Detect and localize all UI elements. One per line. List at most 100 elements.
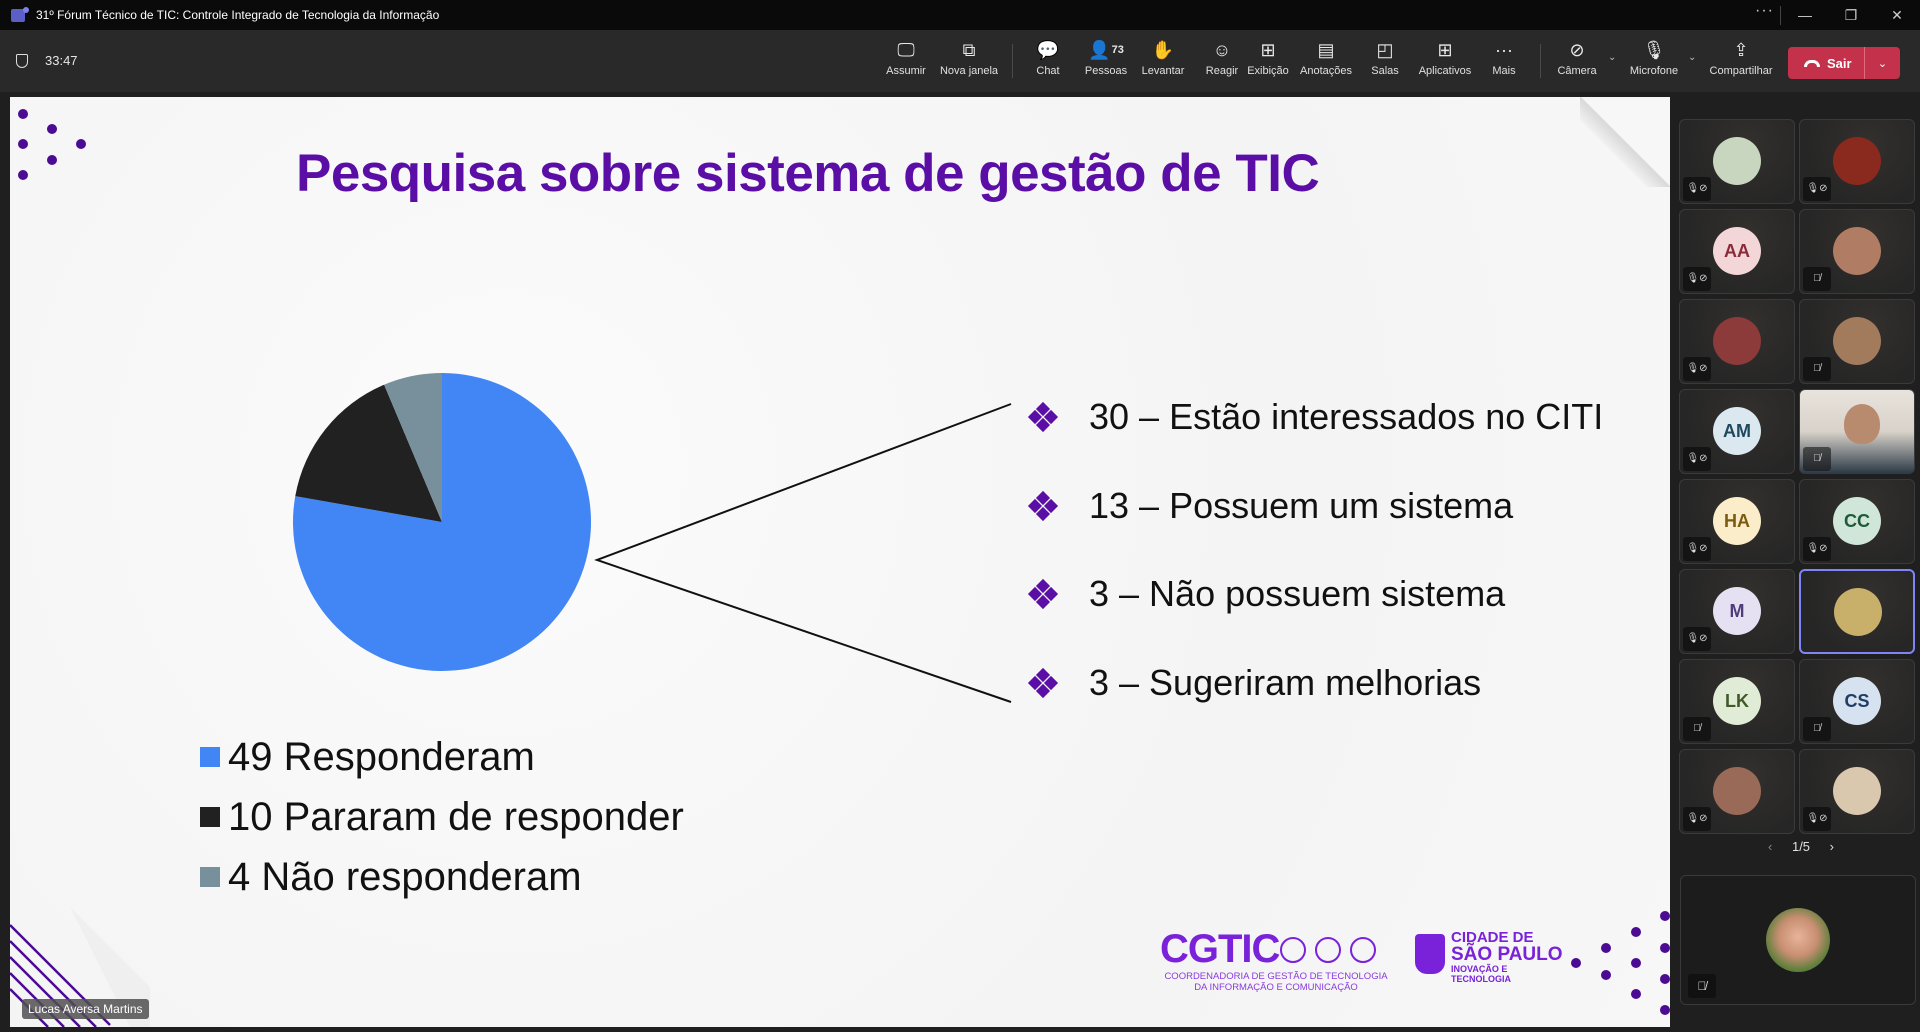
- microphone-options-chevron-icon[interactable]: ⌄: [1688, 52, 1696, 63]
- presenter-name-label: Lucas Aversa Martins: [22, 999, 149, 1019]
- gallery-pager: ‹ 1/5 ›: [1760, 839, 1842, 854]
- bullet-item: 13 – Possuem um sistema: [1027, 462, 1603, 551]
- salas-button[interactable]: ◰ Salas: [1353, 37, 1417, 87]
- more-icon: ···: [1495, 40, 1513, 60]
- next-page-button[interactable]: ›: [1830, 839, 1834, 854]
- participant-tile[interactable]: 🎙⊘: [1679, 299, 1795, 385]
- apps-icon: ⊞: [1437, 40, 1453, 60]
- shared-presentation: Pesquisa sobre sistema de gestão de TIC …: [10, 97, 1670, 1027]
- legend-label: 49 Responderam: [228, 734, 535, 779]
- participant-tile[interactable]: CC 🎙⊘: [1799, 479, 1915, 565]
- participant-tile[interactable]: 🎙̸: [1799, 299, 1915, 385]
- sp-line: CIDADE DE: [1451, 929, 1534, 946]
- levantar-button[interactable]: ✋ Levantar: [1131, 37, 1195, 87]
- participant-tile[interactable]: 🎙⊘: [1799, 119, 1915, 204]
- mais-button[interactable]: ··· Mais: [1472, 37, 1536, 87]
- legend-swatch: [200, 807, 220, 827]
- participant-tile[interactable]: 🎙⊘: [1799, 749, 1915, 835]
- chart-legend: 49 Responderam 10 Pararam de responder 4 N…: [200, 727, 684, 907]
- previous-page-button[interactable]: ‹: [1768, 839, 1772, 854]
- legend-label: 4 Não responderam: [228, 854, 582, 899]
- participant-tile[interactable]: HA 🎙⊘: [1679, 479, 1795, 565]
- leave-button[interactable]: Sair ⌄: [1788, 47, 1900, 79]
- participant-tile[interactable]: AM 🎙⊘: [1679, 389, 1795, 475]
- window-more-button[interactable]: ···: [1755, 2, 1774, 20]
- mic-blocked-icon: 🎙⊘: [1683, 357, 1711, 382]
- mais-label: Mais: [1492, 65, 1516, 77]
- diamond-bullet-icon: [1027, 402, 1059, 433]
- camera-button[interactable]: ⊘ Câmera: [1545, 37, 1609, 87]
- toolbar-separator: [1540, 44, 1541, 78]
- aplicativos-button[interactable]: ⊞ Aplicativos: [1413, 37, 1477, 87]
- nova-janela-button[interactable]: ⧉ Nova janela: [937, 37, 1001, 87]
- diamond-bullet-icon: [1027, 579, 1059, 610]
- mic-blocked-icon: 🎙⊘: [1683, 807, 1711, 832]
- mic-off-icon: 🎙̸: [1683, 717, 1711, 742]
- mic-off-icon: 🎙̸: [1688, 974, 1716, 998]
- pessoas-button[interactable]: 👤73 Pessoas: [1074, 37, 1138, 87]
- participant-avatar: [1713, 137, 1761, 185]
- share-icon: ⇪: [1733, 40, 1749, 60]
- exibicao-button[interactable]: ⊞ Exibição: [1236, 37, 1300, 87]
- leave-main[interactable]: Sair: [1788, 47, 1865, 79]
- participant-tile[interactable]: 🎙̸: [1799, 389, 1915, 475]
- participant-avatar: [1713, 767, 1761, 816]
- mic-off-icon: 🎙̸: [1803, 447, 1831, 472]
- participant-gallery: 🎙⊘ 🎙⊘ AA 🎙⊘ 🎙̸ 🎙⊘ 🎙̸ AM 🎙⊘ 🎙̸ HA 🎙⊘ CC 🎙⊘ M 🎙⊘ LK 🎙̸ CS 🎙̸ 🎙…: [1676, 92, 1920, 1032]
- mic-blocked-icon: 🎙⊘: [1803, 177, 1831, 201]
- mic-off-icon: 🎙̸: [1803, 267, 1831, 291]
- window-title: 31º Fórum Técnico de TIC: Controle Integ…: [36, 8, 440, 22]
- anotacoes-button[interactable]: ▤ Anotações: [1294, 37, 1358, 87]
- sp-line: INOVAÇÃO E: [1451, 964, 1508, 974]
- participant-tile[interactable]: LK 🎙̸: [1679, 659, 1795, 745]
- hang-up-icon: [1804, 59, 1820, 67]
- compartilhar-button[interactable]: ⇪ Compartilhar: [1709, 37, 1773, 87]
- participant-tile[interactable]: [1799, 569, 1915, 655]
- chat-icon: 💬: [1036, 40, 1060, 60]
- legend-swatch: [200, 747, 220, 767]
- cgtic-subtitle-line: COORDENADORIA DE GESTÃO DE TECNOLOGIA: [1164, 971, 1388, 982]
- chat-button[interactable]: 💬 Chat: [1016, 37, 1080, 87]
- restore-button[interactable]: ❐: [1836, 4, 1866, 26]
- cgtic-subtitle-line: DA INFORMAÇÃO E COMUNICAÇÃO: [1194, 982, 1358, 993]
- participant-avatar: [1833, 227, 1881, 275]
- mic-off-icon: 🎙̸: [1803, 357, 1831, 382]
- mic-blocked-icon: 🎙⊘: [1683, 447, 1711, 472]
- mic-blocked-icon: 🎙⊘: [1683, 537, 1711, 562]
- participant-avatar: [1713, 317, 1761, 366]
- close-button[interactable]: ✕: [1882, 4, 1912, 26]
- participant-tile[interactable]: 🎙̸: [1799, 209, 1915, 294]
- participant-avatar: M: [1713, 587, 1761, 636]
- minimize-button[interactable]: —: [1790, 4, 1820, 26]
- mic-off-icon: 🎙̸: [1803, 717, 1831, 742]
- cgtic-logo: CGTIC COORDENADORIA DE GESTÃO DE TECNOLO…: [1160, 929, 1392, 993]
- participant-avatar: AA: [1713, 227, 1761, 275]
- bullet-list: 30 – Estão interessados no CITI 13 – Poss…: [1027, 373, 1604, 727]
- participant-tile[interactable]: AA 🎙⊘: [1679, 209, 1795, 294]
- participant-video: [1844, 404, 1880, 445]
- bullet-item: 3 – Não possuem sistema: [1027, 550, 1603, 639]
- participant-tile[interactable]: 🎙⊘: [1679, 119, 1795, 204]
- salas-label: Salas: [1371, 65, 1399, 77]
- teams-logo-icon: [11, 7, 29, 22]
- mic-blocked-icon: 🎙⊘: [1803, 807, 1831, 832]
- cgtic-subtitle: COORDENADORIA DE GESTÃO DE TECNOLOGIA DA…: [1160, 971, 1392, 993]
- camera-options-chevron-icon[interactable]: ⌄: [1608, 52, 1616, 63]
- meeting-toolbar: 33:47 🖵 Assumir ⧉ Nova janela 💬 Chat 👤73 Pessoa…: [0, 30, 1920, 92]
- self-video-tile[interactable]: 🎙̸: [1680, 875, 1916, 1005]
- bullet-text: 3 – Sugeriram melhorias: [1089, 661, 1482, 703]
- microfone-button[interactable]: 🎙 Microfone: [1622, 37, 1686, 87]
- leave-options-chevron-icon[interactable]: ⌄: [1865, 57, 1900, 70]
- participant-tile[interactable]: M 🎙⊘: [1679, 569, 1795, 655]
- assumir-button[interactable]: 🖵 Assumir: [874, 37, 938, 87]
- participant-tile[interactable]: CS 🎙̸: [1799, 659, 1915, 745]
- bullet-text: 30 – Estão interessados no CITI: [1089, 396, 1604, 438]
- title-separator: [1780, 6, 1781, 25]
- bullet-text: 3 – Não possuem sistema: [1089, 573, 1506, 615]
- participant-avatar: [1833, 317, 1881, 366]
- chat-label: Chat: [1036, 65, 1060, 77]
- bracket-connector: [594, 403, 1012, 703]
- participant-tile[interactable]: 🎙⊘: [1679, 749, 1795, 835]
- sp-line: TECNOLOGIA: [1451, 974, 1511, 984]
- leave-label: Sair: [1827, 55, 1852, 71]
